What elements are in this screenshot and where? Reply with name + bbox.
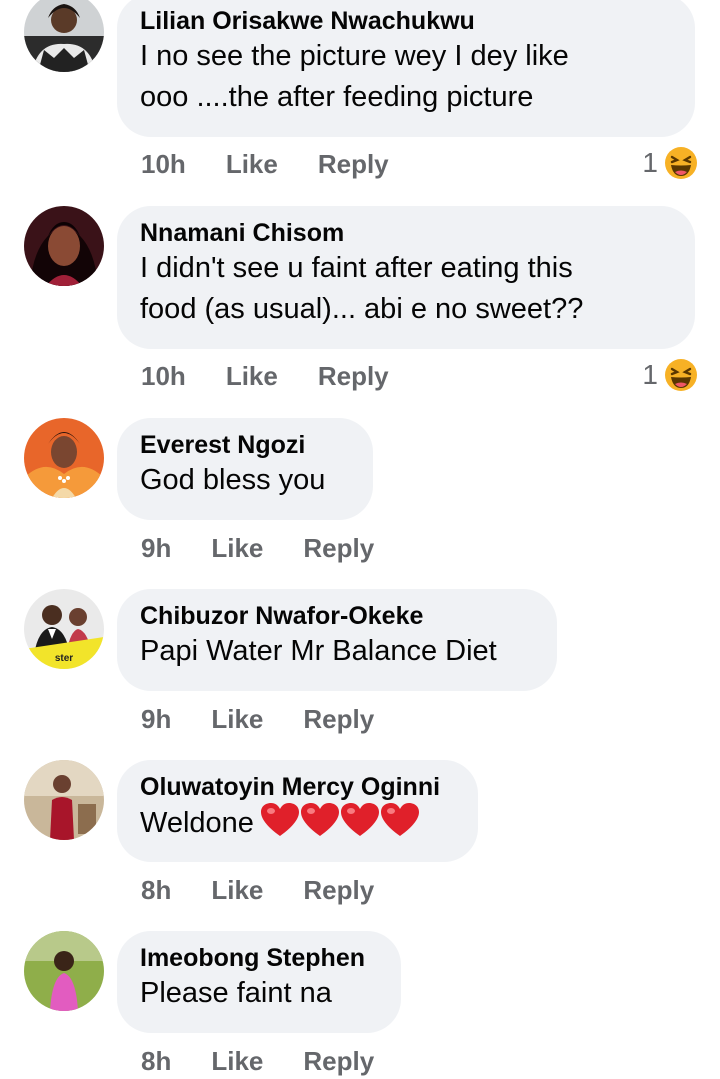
comment-timestamp[interactable]: 8h — [141, 1045, 171, 1077]
comment-text-line: I no see the picture wey I dey like — [140, 40, 569, 72]
like-button[interactable]: Like — [211, 532, 263, 564]
like-button[interactable]: Like — [226, 148, 278, 180]
reply-button[interactable]: Reply — [318, 360, 389, 392]
avatar[interactable] — [24, 931, 104, 1011]
laugh-emoji-icon — [665, 147, 697, 179]
comment-text-line: God bless you — [140, 464, 326, 496]
avatar[interactable] — [24, 760, 104, 840]
comment-actions: 9h Like Reply — [141, 703, 374, 735]
svg-text:ster: ster — [55, 653, 73, 664]
reply-button[interactable]: Reply — [303, 1045, 374, 1077]
avatar-image — [24, 931, 104, 1011]
comment-text-line: Weldone — [140, 807, 254, 839]
comment-author[interactable]: Everest Ngozi — [140, 430, 351, 460]
comment-bubble: Nnamani Chisom I didn't see u faint afte… — [117, 206, 695, 349]
reply-button[interactable]: Reply — [303, 703, 374, 735]
comment-text-line: food (as usual)... abi e no sweet?? — [140, 293, 584, 325]
comment-author[interactable]: Nnamani Chisom — [140, 218, 673, 248]
reaction-summary[interactable]: 1 — [642, 358, 698, 392]
like-button[interactable]: Like — [211, 874, 263, 906]
comment-bubble: Lilian Orisakwe Nwachukwu I no see the p… — [117, 0, 695, 137]
reply-button[interactable]: Reply — [303, 532, 374, 564]
comment-text-line: Papi Water Mr Balance Diet — [140, 635, 497, 667]
comment-actions: 8h Like Reply — [141, 1045, 374, 1077]
comment-bubble: Everest Ngozi God bless you — [117, 418, 373, 520]
comment-actions: 9h Like Reply — [141, 532, 374, 564]
comment-timestamp[interactable]: 10h — [141, 360, 186, 392]
comment-actions: 10h Like Reply — [141, 148, 389, 180]
laugh-emoji-icon — [665, 359, 697, 391]
reaction-summary[interactable]: 1 — [642, 146, 698, 180]
comment-actions: 10h Like Reply — [141, 360, 389, 392]
comment-author[interactable]: Oluwatoyin Mercy Oginni — [140, 772, 456, 802]
avatar[interactable] — [24, 206, 104, 286]
comment-timestamp[interactable]: 8h — [141, 874, 171, 906]
comment-author[interactable]: Chibuzor Nwafor-Okeke — [140, 601, 535, 631]
reply-button[interactable]: Reply — [318, 148, 389, 180]
reaction-count: 1 — [642, 359, 658, 390]
red-heart-icon — [300, 803, 339, 836]
comment-text-line: ooo ....the after feeding picture — [140, 81, 534, 113]
reaction-count: 1 — [642, 147, 658, 178]
comment-bubble: Chibuzor Nwafor-Okeke Papi Water Mr Bala… — [117, 589, 557, 691]
comment-bubble: Oluwatoyin Mercy Oginni Weldone — [117, 760, 478, 862]
comment-timestamp[interactable]: 9h — [141, 703, 171, 735]
comment-text-line: Please faint na — [140, 977, 332, 1009]
like-button[interactable]: Like — [211, 703, 263, 735]
avatar-image — [24, 206, 104, 286]
comment-timestamp[interactable]: 9h — [141, 532, 171, 564]
avatar[interactable] — [24, 0, 104, 72]
red-heart-icon — [340, 803, 379, 836]
comment-bubble: Imeobong Stephen Please faint na — [117, 931, 401, 1033]
avatar-image — [24, 418, 104, 498]
red-heart-icon — [260, 803, 299, 836]
avatar[interactable]: ster — [24, 589, 104, 669]
red-heart-icon — [380, 803, 419, 836]
comment-timestamp[interactable]: 10h — [141, 148, 186, 180]
comment-author[interactable]: Lilian Orisakwe Nwachukwu — [140, 6, 673, 36]
avatar-image: ster — [24, 589, 104, 669]
avatar-image — [24, 760, 104, 840]
avatar-image — [24, 0, 104, 72]
comment-text: Weldone — [140, 802, 456, 844]
hearts-emoji — [260, 802, 420, 838]
reply-button[interactable]: Reply — [303, 874, 374, 906]
comment-author[interactable]: Imeobong Stephen — [140, 943, 379, 973]
like-button[interactable]: Like — [226, 360, 278, 392]
comment-actions: 8h Like Reply — [141, 874, 374, 906]
comment-text-line: I didn't see u faint after eating this — [140, 252, 573, 284]
like-button[interactable]: Like — [211, 1045, 263, 1077]
avatar[interactable] — [24, 418, 104, 498]
